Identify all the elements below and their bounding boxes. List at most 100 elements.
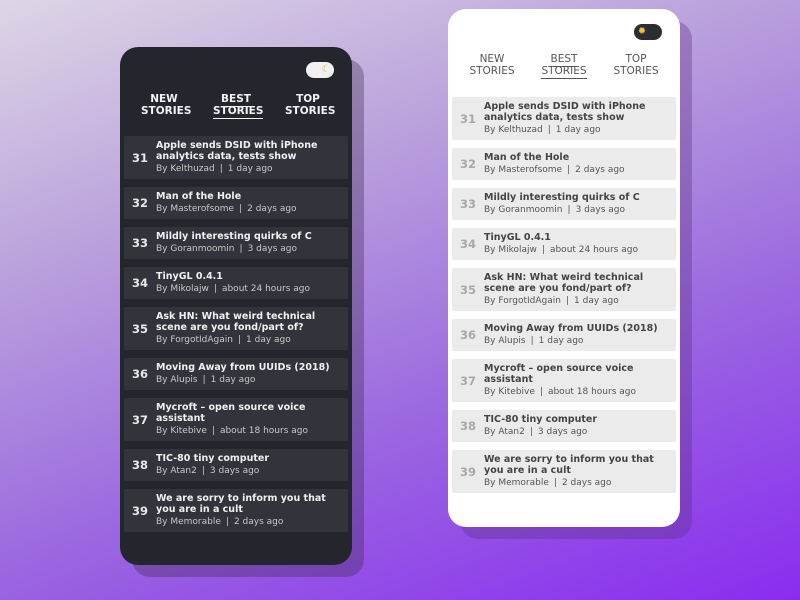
story-title[interactable]: TIC-80 tiny computer bbox=[484, 414, 670, 425]
story-title[interactable]: TinyGL 0.4.1 bbox=[156, 271, 342, 282]
story-title[interactable]: We are sorry to inform you that you are … bbox=[156, 493, 342, 515]
story-author[interactable]: By Kelthuzad bbox=[156, 164, 215, 174]
story-author[interactable]: By ForgotIdAgain bbox=[484, 296, 561, 306]
story-item[interactable]: 32 Man of the Hole By Masterofsome | 2 days … bbox=[452, 148, 676, 180]
tab-top-stories[interactable]: TOP STORIES bbox=[285, 93, 335, 117]
meta-separator: | bbox=[237, 335, 242, 345]
story-rank: 37 bbox=[459, 373, 476, 388]
story-title[interactable]: Apple sends DSID with iPhone analytics d… bbox=[156, 140, 342, 162]
story-rank: 36 bbox=[459, 328, 476, 342]
story-content: Mycroft – open source voice assistant By … bbox=[156, 402, 342, 437]
story-rank: 32 bbox=[459, 157, 476, 171]
story-item[interactable]: 33 Mildly interesting quirks of C By Goran… bbox=[452, 188, 676, 220]
story-content: Mildly interesting quirks of C By Goranmo… bbox=[484, 192, 670, 216]
story-item[interactable]: 39 We are sorry to inform you that you ar… bbox=[452, 450, 676, 493]
story-author[interactable]: By ForgotIdAgain bbox=[156, 335, 233, 345]
story-title[interactable]: Ask HN: What weird technical scene are y… bbox=[156, 311, 342, 333]
story-author[interactable]: By Masterofsome bbox=[484, 165, 562, 175]
story-meta: By Alupis | 1 day ago bbox=[156, 374, 342, 386]
story-title[interactable]: Man of the Hole bbox=[156, 191, 342, 202]
story-item[interactable]: 36 Moving Away from UUIDs (2018) By Alupis… bbox=[124, 358, 348, 390]
tab-new-stories[interactable]: NEW STORIES bbox=[469, 53, 515, 77]
meta-separator: | bbox=[239, 244, 243, 254]
story-author[interactable]: By Alupis bbox=[156, 375, 198, 385]
meta-separator: | bbox=[213, 284, 217, 294]
story-time: about 18 hours ago bbox=[547, 387, 636, 397]
meta-separator: | bbox=[239, 204, 243, 214]
story-meta: By Masterofsome | 2 days ago bbox=[484, 164, 670, 176]
story-rank: 38 bbox=[459, 419, 476, 433]
story-author[interactable]: By Mikolajw bbox=[484, 245, 537, 255]
tab-label-line2: STORIES bbox=[285, 105, 336, 117]
story-author[interactable]: By Kitebive bbox=[484, 387, 535, 397]
story-meta: By Goranmoomin | 3 days ago bbox=[484, 204, 670, 216]
story-time: 3 days ago bbox=[247, 244, 297, 254]
tab-label-line2: STORIES bbox=[469, 65, 515, 77]
story-title[interactable]: Apple sends DSID with iPhone analytics d… bbox=[484, 101, 670, 123]
theme-toggle[interactable]: ☾ bbox=[306, 62, 334, 78]
story-item[interactable]: 31 Apple sends DSID with iPhone analytics… bbox=[452, 97, 676, 140]
story-author[interactable]: By Alupis bbox=[484, 336, 526, 346]
story-author[interactable]: By Atan2 bbox=[156, 466, 197, 476]
story-item[interactable]: 34 TinyGL 0.4.1 By Mikolajw | about 24 hours… bbox=[452, 228, 676, 260]
meta-separator: | bbox=[211, 426, 215, 436]
meta-separator: | bbox=[541, 245, 545, 255]
story-author[interactable]: By Kitebive bbox=[156, 426, 207, 436]
tab-new-stories[interactable]: NEW STORIES bbox=[141, 93, 191, 117]
story-author[interactable]: By Atan2 bbox=[484, 427, 525, 437]
story-author[interactable]: By Memorable bbox=[156, 517, 221, 527]
story-title[interactable]: Moving Away from UUIDs (2018) bbox=[156, 362, 342, 373]
story-title[interactable]: TIC-80 tiny computer bbox=[156, 453, 342, 464]
story-item[interactable]: 37 Mycroft – open source voice assistant B… bbox=[452, 359, 676, 402]
story-meta: By Kelthuzad | 1 day ago bbox=[156, 163, 342, 175]
story-title[interactable]: Ask HN: What weird technical scene are y… bbox=[484, 272, 670, 294]
story-content: We are sorry to inform you that you are … bbox=[484, 454, 670, 489]
tab-best-stories[interactable]: BEST STORIES bbox=[541, 53, 587, 79]
story-meta: By Alupis | 1 day ago bbox=[484, 335, 670, 347]
meta-separator: | bbox=[553, 478, 557, 488]
dark-theme-phone: ☾ NEW STORIES BEST STORIES TOP STORIES 3… bbox=[120, 47, 352, 565]
story-meta: By Atan2 | 3 days ago bbox=[484, 426, 670, 438]
story-item[interactable]: 33 Mildly interesting quirks of C By Goran… bbox=[124, 227, 348, 259]
story-tabs: NEW STORIES BEST STORIES TOP STORIES bbox=[120, 93, 352, 119]
story-item[interactable]: 35 Ask HN: What weird technical scene are… bbox=[124, 307, 348, 350]
meta-separator: | bbox=[225, 517, 229, 527]
theme-toggle[interactable]: ✹ bbox=[634, 24, 662, 40]
story-time: 1 day ago bbox=[246, 335, 291, 345]
story-author[interactable]: By Goranmoomin bbox=[484, 205, 563, 215]
story-author[interactable]: By Goranmoomin bbox=[156, 244, 235, 254]
story-item[interactable]: 35 Ask HN: What weird technical scene are… bbox=[452, 268, 676, 311]
story-item[interactable]: 38 TIC-80 tiny computer By Atan2 | 3 days ag… bbox=[452, 410, 676, 442]
story-title[interactable]: We are sorry to inform you that you are … bbox=[484, 454, 670, 476]
meta-separator: | bbox=[529, 427, 533, 437]
story-meta: By Memorable | 2 days ago bbox=[156, 516, 342, 528]
story-title[interactable]: Mildly interesting quirks of C bbox=[156, 231, 342, 242]
story-title[interactable]: Man of the Hole bbox=[484, 152, 670, 163]
story-item[interactable]: 34 TinyGL 0.4.1 By Mikolajw | about 24 hours… bbox=[124, 267, 348, 299]
story-content: TinyGL 0.4.1 By Mikolajw | about 24 hours a… bbox=[156, 271, 342, 295]
meta-separator: | bbox=[567, 205, 571, 215]
story-meta: By Mikolajw | about 24 hours ago bbox=[484, 244, 670, 256]
story-item[interactable]: 39 We are sorry to inform you that you ar… bbox=[124, 489, 348, 532]
story-title[interactable]: Mycroft – open source voice assistant bbox=[484, 363, 670, 385]
story-item[interactable]: 36 Moving Away from UUIDs (2018) By Alupis… bbox=[452, 319, 676, 351]
story-item[interactable]: 31 Apple sends DSID with iPhone analytics… bbox=[124, 136, 348, 179]
story-author[interactable]: By Kelthuzad bbox=[484, 125, 543, 135]
story-item[interactable]: 32 Man of the Hole By Masterofsome | 2 days … bbox=[124, 187, 348, 219]
story-author[interactable]: By Masterofsome bbox=[156, 204, 234, 214]
story-time: about 24 hours ago bbox=[549, 245, 638, 255]
story-time: 2 days ago bbox=[247, 204, 297, 214]
story-author[interactable]: By Memorable bbox=[484, 478, 549, 488]
story-author[interactable]: By Mikolajw bbox=[156, 284, 209, 294]
tab-best-stories[interactable]: BEST STORIES bbox=[213, 93, 264, 119]
story-title[interactable]: Moving Away from UUIDs (2018) bbox=[484, 323, 670, 334]
story-item[interactable]: 38 TIC-80 tiny computer By Atan2 | 3 days ag… bbox=[124, 449, 348, 481]
tab-top-stories[interactable]: TOP STORIES bbox=[613, 53, 659, 77]
story-title[interactable]: TinyGL 0.4.1 bbox=[484, 232, 670, 243]
story-rank: 34 bbox=[459, 237, 476, 251]
story-title[interactable]: Mildly interesting quirks of C bbox=[484, 192, 670, 203]
story-item[interactable]: 37 Mycroft – open source voice assistant B… bbox=[124, 398, 348, 441]
story-title[interactable]: Mycroft – open source voice assistant bbox=[156, 402, 342, 424]
story-rank: 33 bbox=[131, 236, 148, 250]
tab-label-line1: NEW bbox=[150, 93, 178, 105]
